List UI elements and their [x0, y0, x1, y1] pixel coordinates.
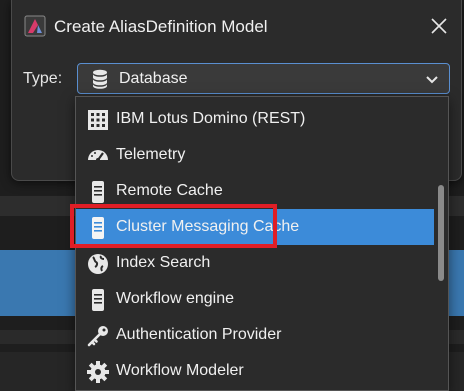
close-icon: [431, 18, 447, 34]
dropdown-item-label: Authentication Provider: [116, 326, 282, 343]
dropdown-item-telemetry[interactable]: Telemetry: [76, 137, 434, 173]
scrollbar-thumb[interactable]: [438, 185, 444, 281]
dropdown-item-workflow-modeler[interactable]: Workflow Modeler: [76, 353, 434, 389]
gear-icon: [87, 361, 109, 383]
dropdown-item-label: Workflow engine: [116, 290, 234, 307]
app-logo-icon: [24, 15, 46, 37]
dropdown-item-label: Remote Cache: [116, 182, 223, 199]
dropdown-item-label: Telemetry: [116, 146, 186, 163]
gauge-icon: [88, 150, 108, 162]
dropdown-item-ibm-lotus-domino[interactable]: IBM Lotus Domino (REST): [76, 101, 434, 137]
dropdown-scrollbar[interactable]: [436, 101, 446, 388]
dropdown-item-workflow-engine[interactable]: Workflow engine: [76, 281, 434, 317]
globe-icon: [88, 254, 108, 274]
dropdown-item-authentication-provider[interactable]: Authentication Provider: [76, 317, 434, 353]
building-icon: [88, 110, 108, 130]
dropdown-item-label: Index Search: [116, 254, 211, 271]
key-icon: [87, 326, 108, 347]
dialog-title: Create AliasDefinition Model: [54, 17, 268, 36]
type-label: Type:: [23, 70, 63, 87]
close-button[interactable]: [423, 10, 455, 42]
database-icon: [93, 69, 107, 89]
dropdown-item-label: Workflow Modeler: [116, 362, 244, 379]
title-bar: Create AliasDefinition Model: [12, 0, 461, 52]
server-icon: [92, 289, 104, 311]
type-select[interactable]: Database: [77, 63, 450, 94]
server-icon: [92, 181, 104, 203]
type-select-value: Database: [119, 70, 188, 87]
highlight-annotation: [70, 204, 277, 248]
dropdown-item-label: IBM Lotus Domino (REST): [116, 110, 306, 127]
chevron-down-icon: [426, 76, 438, 84]
dropdown-item-index-search[interactable]: Index Search: [76, 245, 434, 281]
